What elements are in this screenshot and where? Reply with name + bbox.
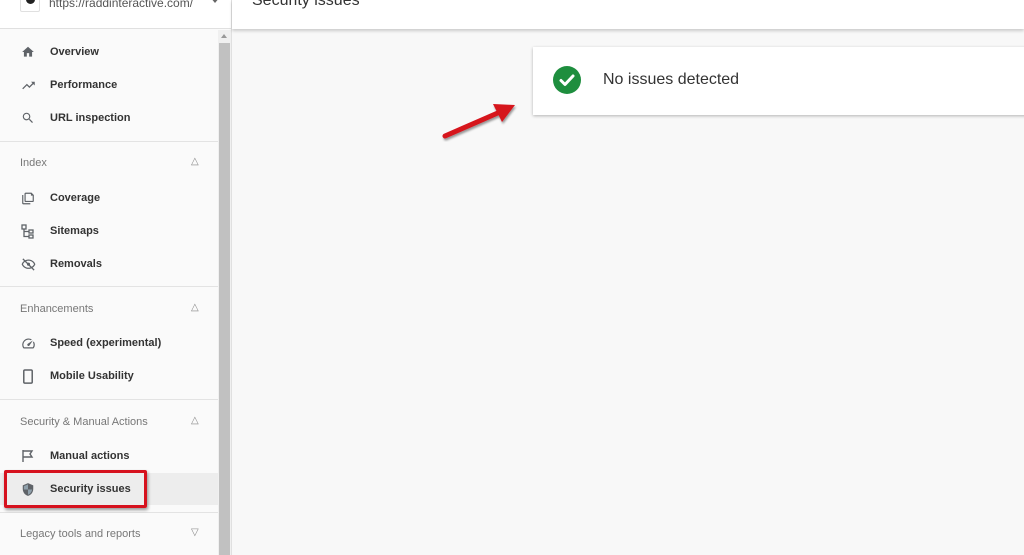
section-header-legacy-tools[interactable]: Legacy tools and reports ▽ <box>0 521 218 549</box>
property-selector[interactable]: https://raddinteractive.com/ <box>0 0 232 29</box>
site-favicon-icon <box>20 0 40 12</box>
sidebar-item-label: Sitemaps <box>50 225 99 237</box>
sidebar-scrollbar[interactable] <box>218 30 231 555</box>
coverage-icon <box>20 190 36 206</box>
section-header-security-manual-actions[interactable]: Security & Manual Actions △ <box>0 409 218 437</box>
section-title: Index <box>20 157 47 169</box>
section-header-index[interactable]: Index △ <box>0 150 218 178</box>
property-url: https://raddinteractive.com/ <box>49 0 194 10</box>
sidebar-item-label: Removals <box>50 258 102 270</box>
search-icon <box>20 110 36 126</box>
sidebar-item-label: Performance <box>50 79 118 91</box>
home-icon <box>20 44 36 60</box>
trending-up-icon <box>20 77 36 93</box>
section-header-enhancements[interactable]: Enhancements △ <box>0 296 218 324</box>
caret-down-icon[interactable] <box>210 0 220 3</box>
sidebar-item-label: Mobile Usability <box>50 370 134 382</box>
divider <box>0 286 218 287</box>
status-card: No issues detected <box>533 47 1024 115</box>
sidebar-item-label: URL inspection <box>50 112 131 124</box>
annotation-highlight-box <box>4 470 147 508</box>
sitemap-icon <box>20 223 36 239</box>
flag-icon <box>20 448 36 464</box>
chevron-down-icon[interactable]: ▽ <box>191 527 199 538</box>
sidebar-item-mobile-usability[interactable]: Mobile Usability <box>0 360 218 392</box>
section-title: Enhancements <box>20 303 94 315</box>
section-title: Legacy tools and reports <box>20 528 141 540</box>
sidebar-item-speed[interactable]: Speed (experimental) <box>0 327 218 359</box>
status-text: No issues detected <box>603 71 740 88</box>
page-title: Security issues <box>252 0 360 9</box>
annotation-arrow-icon <box>442 104 515 139</box>
sidebar-item-coverage[interactable]: Coverage <box>0 182 218 214</box>
scrollbar-thumb[interactable] <box>219 43 230 555</box>
phone-icon <box>20 368 36 384</box>
sidebar-item-label: Overview <box>50 46 99 58</box>
chevron-up-icon[interactable]: △ <box>191 415 199 426</box>
divider <box>0 399 218 400</box>
divider <box>0 512 218 513</box>
check-circle-icon <box>553 66 581 94</box>
sidebar: https://raddinteractive.com/ Overview Pe… <box>0 0 232 555</box>
sidebar-item-label: Manual actions <box>50 450 130 462</box>
sidebar-item-overview[interactable]: Overview <box>0 36 218 68</box>
sidebar-item-label: Speed (experimental) <box>50 337 162 349</box>
eye-off-icon <box>20 256 36 272</box>
speedometer-icon <box>20 335 36 351</box>
sidebar-item-removals[interactable]: Removals <box>0 248 218 280</box>
chevron-up-icon[interactable]: △ <box>191 302 199 313</box>
section-title: Security & Manual Actions <box>20 416 148 428</box>
sidebar-item-url-inspection[interactable]: URL inspection <box>0 102 218 134</box>
sidebar-item-manual-actions[interactable]: Manual actions <box>0 440 218 472</box>
sidebar-item-label: Coverage <box>50 192 101 204</box>
divider <box>0 141 218 142</box>
sidebar-item-performance[interactable]: Performance <box>0 69 218 101</box>
sidebar-item-sitemaps[interactable]: Sitemaps <box>0 215 218 247</box>
chevron-up-icon[interactable]: △ <box>191 156 199 167</box>
main-content: Security issues No issues detected <box>232 0 1024 555</box>
page-header: Security issues <box>232 0 1024 29</box>
scroll-up-arrow-icon[interactable] <box>221 34 227 38</box>
search-console-app: https://raddinteractive.com/ Overview Pe… <box>0 0 1024 555</box>
